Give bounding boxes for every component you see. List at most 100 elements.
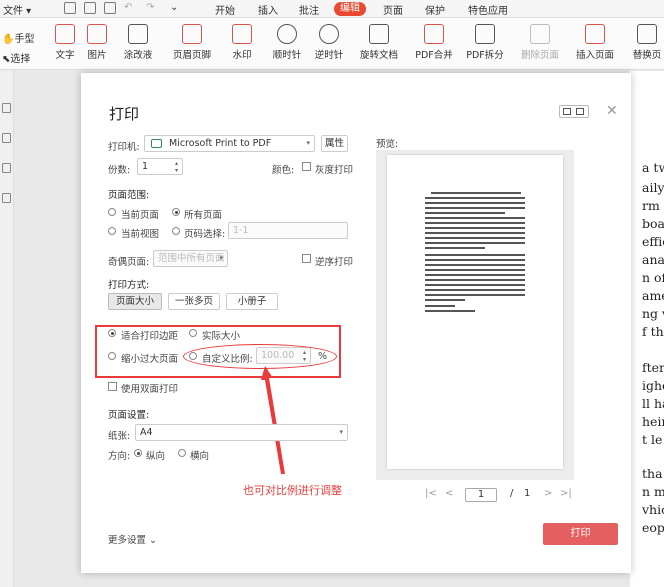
attachment-icon[interactable] <box>2 193 11 203</box>
save-icon[interactable] <box>84 2 96 14</box>
next-page-icon[interactable]: > <box>544 488 552 499</box>
paper-label: 纸张: <box>108 431 131 442</box>
copies-stepper[interactable]: 1 ▴ ▾ <box>137 158 183 175</box>
ribbon-rotate-doc[interactable]: 旋转文档 <box>356 22 402 61</box>
undo-icon[interactable]: ↶ <box>124 2 132 13</box>
select-tool-label: 选择 <box>10 54 31 65</box>
ribbon-replace-page[interactable]: 替换页 <box>630 22 664 61</box>
text-icon <box>55 24 75 44</box>
annotation-icon[interactable] <box>2 163 11 173</box>
ribbon-delete-page[interactable]: 删除页面 <box>518 22 562 61</box>
view-switch[interactable] <box>559 105 589 118</box>
customize-icon[interactable]: ⌄ <box>170 2 178 13</box>
ribbon-pdf-split[interactable]: PDF拆分 <box>464 22 506 61</box>
first-page-icon[interactable]: |< <box>425 488 437 499</box>
prev-page-icon[interactable]: < <box>445 488 453 499</box>
preview-text-line <box>425 202 525 204</box>
tab-features[interactable]: 特色应用 <box>468 2 508 17</box>
paper-select[interactable]: A4 ▾ <box>135 424 348 441</box>
rotate-ccw-icon <box>319 24 339 44</box>
preview-text-line <box>425 269 525 271</box>
doc-text-line: ng v <box>642 306 664 321</box>
thumbnail-icon[interactable] <box>2 103 11 113</box>
ribbon-correction[interactable]: 涂改液 <box>118 22 158 61</box>
range-current-view-radio[interactable] <box>108 227 116 235</box>
range-current-page-radio[interactable] <box>108 208 116 216</box>
doc-text-line: ana <box>642 252 664 267</box>
close-icon[interactable]: ✕ <box>606 103 618 119</box>
preview-text-line <box>425 242 525 244</box>
preview-text-line <box>425 305 455 307</box>
redo-icon[interactable]: ↷ <box>146 2 154 13</box>
tab-annotate[interactable]: 批注 <box>299 2 319 17</box>
ribbon-insert-page[interactable]: 插入页面 <box>572 22 618 61</box>
more-settings-link[interactable]: 更多设置 ⌄ <box>108 532 157 546</box>
ribbon-image[interactable]: 图片 <box>84 22 110 61</box>
doc-text-line: a tw <box>642 160 664 175</box>
ribbon-rotate-ccw[interactable]: 逆时针 <box>312 22 346 61</box>
odd-even-value: 范围中所有页面 <box>158 253 225 264</box>
properties-button[interactable]: 属性 <box>321 135 348 152</box>
ribbon-pdf-merge[interactable]: PDF合并 <box>413 22 455 61</box>
page-number-input[interactable]: 1 <box>465 488 497 502</box>
page-range-label: 页面范围: <box>108 190 150 201</box>
duplex-checkbox[interactable] <box>108 382 117 391</box>
mode-multi-page-button[interactable]: 一张多页 <box>168 293 220 310</box>
preview-text-line <box>425 254 525 256</box>
list-view-icon[interactable] <box>576 108 584 115</box>
printer-select[interactable]: Microsoft Print to PDF ▾ <box>144 135 315 152</box>
stepper-arrows-icon[interactable]: ▴ ▾ <box>175 160 178 174</box>
chevron-down-icon: ⌄ <box>149 535 158 546</box>
ribbon-watermark[interactable]: 水印 <box>226 22 258 61</box>
ribbon-rotate-cw[interactable]: 顺时针 <box>270 22 304 61</box>
ribbon-text[interactable]: 文字 <box>52 22 78 61</box>
doc-text-line: aily <box>642 180 664 195</box>
grayscale-checkbox[interactable] <box>302 162 311 171</box>
tab-insert[interactable]: 插入 <box>258 2 278 17</box>
portrait-radio[interactable] <box>134 449 142 457</box>
range-all-pages-radio[interactable] <box>172 208 180 216</box>
ribbon-rotate-cw-label: 顺时针 <box>272 50 302 61</box>
hand-icon: ✋ <box>2 34 15 45</box>
more-settings-label: 更多设置 <box>108 535 147 546</box>
printer-value: Microsoft Print to PDF <box>169 138 272 149</box>
preview-text-line <box>425 310 475 312</box>
tab-protect[interactable]: 保护 <box>425 2 445 17</box>
print-icon[interactable] <box>104 2 116 14</box>
tab-edit[interactable]: 编辑 <box>334 2 366 16</box>
ribbon-header-footer[interactable]: 页眉页脚 <box>168 22 216 61</box>
preview-text-line <box>425 217 525 219</box>
odd-even-select[interactable]: 范围中所有页面 ▾ <box>153 250 228 267</box>
menu-file[interactable]: 文件 ▾ <box>3 2 31 17</box>
range-current-view-label: 当前视图 <box>121 229 160 240</box>
print-mode-label: 打印方式: <box>108 280 150 291</box>
copies-label: 份数: <box>108 165 131 176</box>
pdf-merge-icon <box>424 24 444 44</box>
page-settings-label: 页面设置: <box>108 410 150 421</box>
delete-page-icon <box>530 24 550 44</box>
open-icon[interactable] <box>64 2 76 14</box>
last-page-icon[interactable]: >| <box>560 488 572 499</box>
ribbon-pdf-merge-label: PDF合并 <box>415 50 453 61</box>
tab-start[interactable]: 开始 <box>215 2 235 17</box>
mode-page-size-button[interactable]: 页面大小 <box>108 293 162 310</box>
page-select-input[interactable]: 1-1 <box>228 222 348 239</box>
preview-text-line <box>425 294 525 296</box>
mode-booklet-button[interactable]: 小册子 <box>226 293 278 310</box>
print-button[interactable]: 打印 <box>543 523 618 545</box>
preview-text-line <box>425 279 525 281</box>
ribbon-rotate-ccw-label: 逆时针 <box>314 50 344 61</box>
select-tool[interactable]: ⬉选择 <box>2 50 30 65</box>
preview-text-line <box>425 197 525 199</box>
watermark-icon <box>232 24 252 44</box>
reverse-checkbox[interactable] <box>302 254 311 263</box>
page-total: 1 <box>524 488 531 499</box>
range-page-select-radio[interactable] <box>172 227 180 235</box>
orientation-label: 方向: <box>108 451 131 462</box>
landscape-radio[interactable] <box>178 449 186 457</box>
portrait-label: 纵向 <box>146 451 166 462</box>
bookmark-icon[interactable] <box>2 133 11 143</box>
single-view-icon[interactable] <box>563 108 571 115</box>
tab-page[interactable]: 页面 <box>383 2 403 17</box>
hand-tool[interactable]: ✋手型 <box>2 30 34 45</box>
